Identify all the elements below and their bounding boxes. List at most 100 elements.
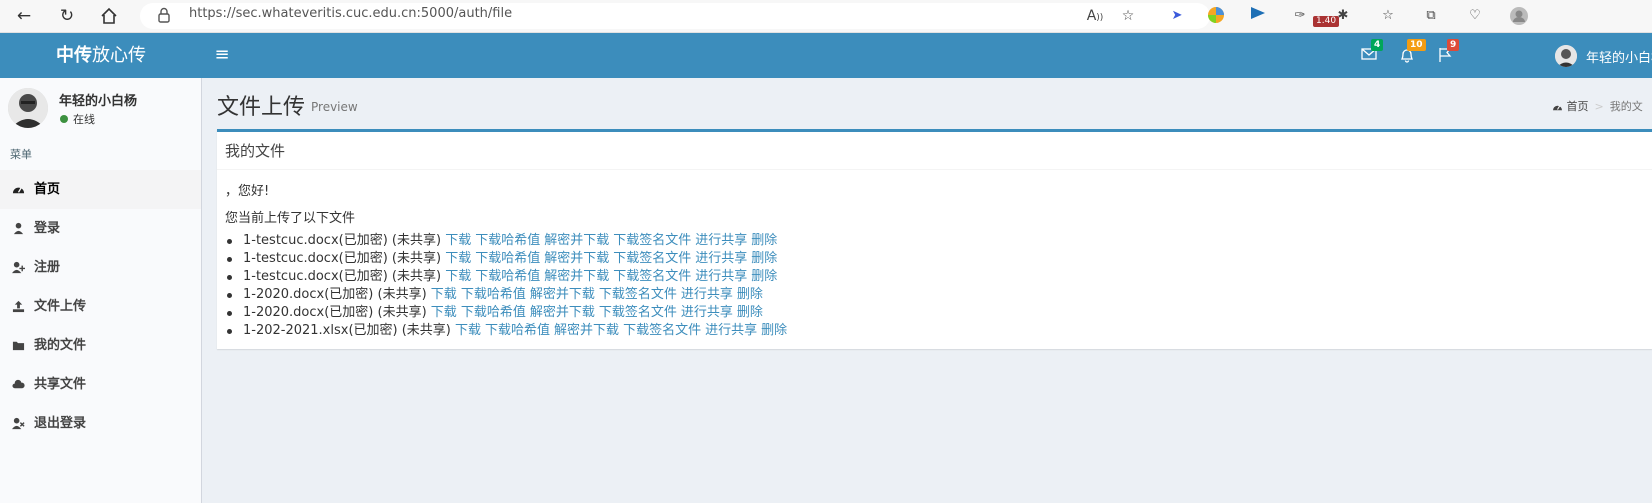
home-icon[interactable] [97, 4, 121, 28]
performance-heart-icon[interactable]: ♡ [1465, 6, 1485, 26]
delete-link[interactable]: 删除 [751, 233, 777, 248]
decrypt-download-link[interactable]: 解密并下载 [544, 233, 609, 248]
notifications-badge: 10 [1407, 39, 1426, 51]
decrypt-download-link[interactable]: 解密并下载 [544, 251, 609, 266]
favorites-icon[interactable]: ☆ [1378, 6, 1398, 26]
collections-icon[interactable]: ⧉ [1421, 6, 1441, 26]
favorite-add-icon[interactable]: ☆ [1118, 6, 1138, 26]
download-signature-link[interactable]: 下载签名文件 [599, 287, 677, 302]
file-name: 1-202-2021.xlsx(已加密) (未共享) [243, 323, 451, 338]
share-link[interactable]: 进行共享 [695, 233, 747, 248]
dashboard-icon [1552, 100, 1567, 113]
download-link[interactable]: 下载 [445, 233, 471, 248]
sidebar-item-shared-files[interactable]: 共享文件 [0, 365, 201, 404]
share-link[interactable]: 进行共享 [705, 323, 757, 338]
browser-toolbar: ← ↻ https://sec.whateveritis.cuc.edu.cn:… [0, 0, 1652, 33]
decrypt-download-link[interactable]: 解密并下载 [544, 269, 609, 284]
list-item: 1-2020.docx(已加密) (未共享) 下载 下载哈希值 解密并下载 下载签名文… [225, 304, 791, 322]
download-link[interactable]: 下载 [445, 251, 471, 266]
online-status-label: 在线 [73, 113, 95, 126]
profile-icon[interactable] [1509, 6, 1529, 26]
page-subtitle: Preview [311, 100, 358, 114]
delete-link[interactable]: 删除 [737, 287, 763, 302]
header-user-name[interactable]: 年轻的小白杨 [1586, 47, 1652, 66]
breadcrumb-current: 我的文 [1609, 100, 1643, 113]
extensions-puzzle-icon[interactable]: ✱ [1333, 6, 1353, 26]
bullet [227, 329, 232, 334]
user-plus-icon [12, 261, 25, 274]
sidebar-item-register[interactable]: 注册 [0, 248, 201, 287]
sidebar-item-home[interactable]: 首页 [0, 170, 201, 209]
extension-feather-icon[interactable]: ✑ [1290, 6, 1310, 26]
user-avatar [8, 88, 48, 128]
download-link[interactable]: 下载 [455, 323, 481, 338]
share-link[interactable]: 进行共享 [695, 269, 747, 284]
greeting-text: ，您好! [225, 184, 270, 199]
file-name: 1-2020.docx(已加密) (未共享) [243, 305, 427, 320]
download-signature-link[interactable]: 下载签名文件 [613, 233, 691, 248]
lock-icon[interactable] [158, 7, 170, 23]
back-arrow-icon[interactable]: ← [12, 4, 36, 28]
download-hash-link[interactable]: 下载哈希值 [461, 305, 526, 320]
cloud-icon [12, 379, 25, 389]
breadcrumb: 首页 > 我的文 [1552, 98, 1643, 114]
extension-ball-icon[interactable] [1206, 6, 1226, 26]
folder-icon [12, 341, 25, 351]
bullet [227, 239, 232, 244]
sidebar-item-label: 登录 [34, 221, 61, 236]
file-name: 1-2020.docx(已加密) (未共享) [243, 287, 427, 302]
download-signature-link[interactable]: 下载签名文件 [613, 251, 691, 266]
share-link[interactable]: 进行共享 [695, 251, 747, 266]
sidebar-item-label: 首页 [34, 182, 61, 197]
download-link[interactable]: 下载 [431, 305, 457, 320]
sidebar-item-label: 注册 [34, 260, 61, 275]
refresh-icon[interactable]: ↻ [55, 4, 79, 28]
sidebar-item-logout[interactable]: 退出登录 [0, 404, 201, 443]
decrypt-download-link[interactable]: 解密并下载 [554, 323, 619, 338]
list-item: 1-202-2021.xlsx(已加密) (未共享) 下载 下载哈希值 解密并下载下… [225, 322, 791, 340]
download-link[interactable]: 下载 [445, 269, 471, 284]
bullet [227, 275, 232, 280]
share-link[interactable]: 进行共享 [681, 305, 733, 320]
download-signature-link[interactable]: 下载签名文件 [623, 323, 701, 338]
read-aloud-icon[interactable]: A)) [1085, 6, 1105, 26]
bullet [227, 257, 232, 262]
delete-link[interactable]: 删除 [751, 251, 777, 266]
tasks-badge: 9 [1447, 39, 1460, 51]
decrypt-download-link[interactable]: 解密并下载 [530, 287, 595, 302]
download-link[interactable]: 下载 [431, 287, 457, 302]
header-avatar[interactable] [1555, 45, 1577, 67]
share-link[interactable]: 进行共享 [681, 287, 733, 302]
download-hash-link[interactable]: 下载哈希值 [461, 287, 526, 302]
bullet [227, 293, 232, 298]
download-hash-link[interactable]: 下载哈希值 [485, 323, 550, 338]
online-status-icon [60, 115, 68, 123]
file-name: 1-testcuc.docx(已加密) (未共享) [243, 251, 442, 266]
sidebar-item-label: 共享文件 [34, 377, 87, 392]
extension-flag-icon[interactable] [1248, 6, 1268, 26]
sidebar-item-label: 我的文件 [34, 338, 87, 353]
sidebar: 年轻的小白杨 在线 菜单 首页 登录 注册 文件上传 我的文件 共享文件 退出登… [0, 78, 202, 503]
logo[interactable]: 中传放心传 [0, 33, 202, 78]
extension-bird-icon[interactable]: ➤ [1167, 6, 1187, 26]
download-hash-link[interactable]: 下载哈希值 [475, 233, 540, 248]
download-hash-link[interactable]: 下载哈希值 [475, 251, 540, 266]
sidebar-toggle-icon[interactable]: ≡ [212, 45, 232, 65]
download-hash-link[interactable]: 下载哈希值 [475, 269, 540, 284]
delete-link[interactable]: 删除 [761, 323, 787, 338]
sidebar-item-login[interactable]: 登录 [0, 209, 201, 248]
delete-link[interactable]: 删除 [737, 305, 763, 320]
file-list: 1-testcuc.docx(已加密) (未共享) 下载 下载哈希值 解密并下载 下载… [225, 232, 791, 340]
divider [217, 169, 1652, 170]
download-signature-link[interactable]: 下载签名文件 [613, 269, 691, 284]
url-text[interactable]: https://sec.whateveritis.cuc.edu.cn:5000… [189, 6, 512, 21]
download-signature-link[interactable]: 下载签名文件 [599, 305, 677, 320]
list-item: 1-testcuc.docx(已加密) (未共享) 下载 下载哈希值 解密并下载 下载… [225, 250, 791, 268]
sidebar-item-my-files[interactable]: 我的文件 [0, 326, 201, 365]
sidebar-item-upload[interactable]: 文件上传 [0, 287, 201, 326]
intro-text: 您当前上传了以下文件 [225, 211, 356, 226]
breadcrumb-home[interactable]: 首页 [1567, 100, 1589, 113]
decrypt-download-link[interactable]: 解密并下载 [530, 305, 595, 320]
delete-link[interactable]: 删除 [751, 269, 777, 284]
box-title: 我的文件 [225, 142, 286, 160]
